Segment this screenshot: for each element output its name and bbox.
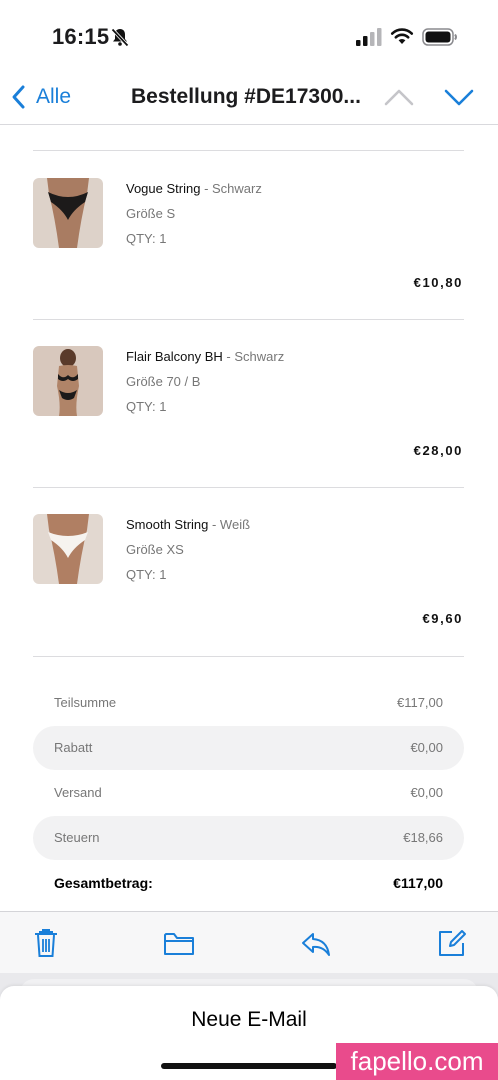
order-item: Vogue String - Schwarz Größe S QTY: 1 €1… bbox=[0, 151, 498, 319]
product-name: Vogue String - Schwarz bbox=[126, 181, 262, 196]
watermark: fapello.com bbox=[336, 1043, 498, 1080]
product-variant: - Schwarz bbox=[200, 181, 262, 196]
shipping-row: Versand €0,00 bbox=[33, 771, 464, 815]
discount-value: €0,00 bbox=[410, 740, 443, 755]
chevron-left-icon bbox=[12, 85, 25, 109]
wifi-icon bbox=[390, 28, 414, 44]
tax-row: Steuern €18,66 bbox=[33, 816, 464, 860]
home-indicator[interactable] bbox=[161, 1063, 337, 1069]
bell-muted-icon bbox=[111, 28, 129, 47]
compose-sheet-title: Neue E-Mail bbox=[191, 1008, 307, 1031]
battery-icon bbox=[422, 28, 457, 46]
tax-label: Steuern bbox=[54, 830, 100, 845]
product-variant: - Schwarz bbox=[222, 349, 285, 364]
compose-icon[interactable] bbox=[436, 928, 468, 958]
product-price: €28,00 bbox=[413, 443, 463, 458]
email-body[interactable]: Vogue String - Schwarz Größe S QTY: 1 €1… bbox=[0, 125, 498, 911]
grand-total-value: €117,00 bbox=[393, 875, 443, 891]
product-qty: QTY: 1 bbox=[126, 567, 167, 582]
product-name: Smooth String - Weiß bbox=[126, 517, 250, 532]
trash-icon[interactable] bbox=[30, 928, 62, 958]
navigation-bar: Alle Bestellung #DE17300... bbox=[0, 74, 498, 125]
product-image[interactable] bbox=[33, 346, 103, 416]
product-image[interactable] bbox=[33, 178, 103, 248]
back-button-label: Alle bbox=[36, 85, 72, 108]
folder-icon[interactable] bbox=[163, 928, 195, 958]
status-bar: 16:15 bbox=[0, 0, 498, 74]
product-price: €9,60 bbox=[422, 611, 463, 626]
discount-row: Rabatt €0,00 bbox=[33, 726, 464, 770]
cellular-signal-icon bbox=[356, 28, 382, 46]
product-title: Vogue String bbox=[126, 181, 201, 196]
subtotal-value: €117,00 bbox=[396, 695, 443, 710]
grand-total-label: Gesamtbetrag: bbox=[54, 875, 153, 891]
product-size: Größe XS bbox=[126, 542, 184, 557]
order-item: Flair Balcony BH - Schwarz Größe 70 / B … bbox=[0, 319, 498, 487]
order-item: Smooth String - Weiß Größe XS QTY: 1 €9,… bbox=[0, 487, 498, 655]
status-time: 16:15 bbox=[52, 24, 110, 49]
reply-icon[interactable] bbox=[300, 928, 332, 958]
grand-total-row: Gesamtbetrag: €117,00 bbox=[33, 861, 464, 905]
discount-label: Rabatt bbox=[54, 740, 93, 755]
shipping-label: Versand bbox=[54, 785, 102, 800]
product-image[interactable] bbox=[33, 514, 103, 584]
product-price: €10,80 bbox=[413, 275, 463, 290]
product-name: Flair Balcony BH - Schwarz bbox=[126, 349, 284, 364]
previous-message-chevron-up-icon[interactable] bbox=[384, 86, 414, 108]
subtotal-row: Teilsumme €117,00 bbox=[33, 681, 464, 725]
back-button[interactable]: Alle bbox=[10, 82, 71, 112]
product-qty: QTY: 1 bbox=[126, 399, 167, 414]
subtotal-label: Teilsumme bbox=[54, 695, 117, 710]
product-variant: - Weiß bbox=[208, 517, 251, 532]
product-title: Flair Balcony BH bbox=[126, 349, 223, 364]
shipping-value: €0,00 bbox=[410, 785, 443, 800]
mail-toolbar bbox=[0, 911, 498, 973]
page-title: Bestellung #DE17300... bbox=[131, 85, 361, 108]
tax-value: €18,66 bbox=[403, 830, 443, 845]
product-size: Größe 70 / B bbox=[126, 374, 201, 389]
divider bbox=[33, 656, 464, 657]
product-qty: QTY: 1 bbox=[126, 231, 167, 246]
next-message-chevron-down-icon[interactable] bbox=[444, 86, 474, 108]
product-size: Größe S bbox=[126, 206, 176, 221]
product-title: Smooth String bbox=[126, 517, 209, 532]
